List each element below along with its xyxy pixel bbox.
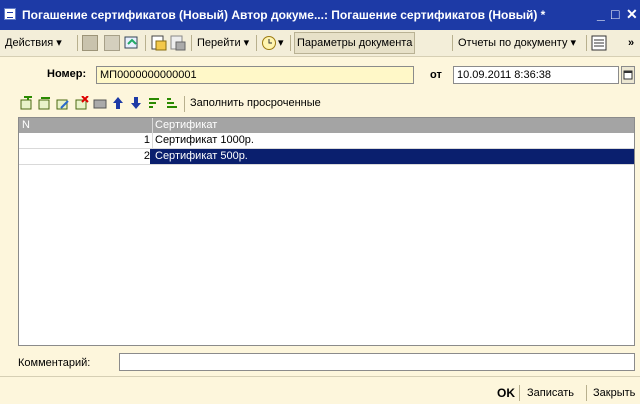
- close-window-button[interactable]: ✕: [626, 6, 638, 22]
- document-reports-menu[interactable]: Отчеты по документу ▾: [456, 33, 578, 53]
- window-title: Погашение сертификатов (Новый) Автор док…: [22, 8, 546, 22]
- toolbar-separator: [256, 35, 257, 51]
- document-window: Погашение сертификатов (Новый) Автор док…: [0, 0, 640, 404]
- number-label: Номер:: [47, 68, 87, 80]
- add-row-icon[interactable]: [20, 96, 34, 110]
- sort-descending-icon[interactable]: [165, 96, 179, 110]
- column-header-certificate[interactable]: Сертификат: [155, 119, 217, 131]
- goto-menu[interactable]: Перейти ▾: [195, 33, 251, 53]
- date-label: от: [430, 69, 442, 81]
- comment-field[interactable]: [119, 353, 635, 371]
- footer-separator: [586, 385, 587, 401]
- save-button[interactable]: Записать: [527, 384, 574, 402]
- actions-menu[interactable]: Действия ▾: [3, 33, 64, 53]
- post-document-icon[interactable]: [151, 35, 167, 51]
- row-number: 1: [143, 134, 150, 146]
- document-parameters-button[interactable]: Параметры документа: [294, 32, 416, 54]
- row-number: 2: [19, 149, 150, 164]
- move-up-icon[interactable]: [111, 96, 125, 110]
- copy-row-icon[interactable]: [38, 96, 52, 110]
- grid-toolbar-separator: [184, 96, 185, 112]
- certificate-cell[interactable]: Сертификат 1000р.: [155, 134, 254, 146]
- toolbar-separator: [77, 35, 78, 51]
- toolbar-separator: [452, 35, 453, 51]
- comment-label: Комментарий:: [18, 357, 91, 369]
- column-header-n[interactable]: N: [22, 119, 30, 131]
- minimize-button[interactable]: _: [597, 6, 605, 22]
- document-icon: [4, 8, 16, 20]
- sort-ascending-icon[interactable]: [147, 96, 161, 110]
- cell-divider: [152, 133, 153, 149]
- main-toolbar: Действия ▾ Перейти ▾ ▾ Параметры докумен…: [0, 30, 640, 57]
- toolbar-separator: [145, 35, 146, 51]
- footer-separator: [519, 385, 520, 401]
- date-field[interactable]: 10.09.2011 8:36:38: [453, 66, 619, 84]
- refresh-icon[interactable]: [124, 35, 140, 51]
- list-settings-icon[interactable]: [591, 35, 607, 51]
- table-row-selected[interactable]: 2 Сертификат 500р.: [19, 149, 634, 165]
- table-row[interactable]: 1 Сертификат 1000р.: [19, 133, 634, 149]
- add-icon[interactable]: [82, 35, 98, 51]
- toolbar-separator: [191, 35, 192, 51]
- ok-button[interactable]: OK: [497, 384, 515, 402]
- copy-icon[interactable]: [104, 35, 120, 51]
- close-button[interactable]: Закрыть: [593, 384, 635, 402]
- table-header: N Сертификат: [19, 118, 634, 133]
- unpost-document-icon[interactable]: [170, 35, 186, 51]
- title-bar: Погашение сертификатов (Новый) Автор док…: [0, 0, 640, 30]
- maximize-button[interactable]: □: [611, 6, 619, 22]
- end-edit-icon[interactable]: [93, 96, 107, 110]
- calendar-icon[interactable]: [621, 66, 635, 84]
- toolbar-separator: [290, 35, 291, 51]
- clock-icon[interactable]: [261, 35, 277, 51]
- certificates-table[interactable]: N Сертификат 1 Сертификат 1000р. 2 Серти…: [18, 117, 635, 346]
- move-down-icon[interactable]: [129, 96, 143, 110]
- column-divider: [152, 118, 153, 133]
- footer-separator: [0, 376, 640, 377]
- toolbar-overflow-button[interactable]: »: [626, 33, 636, 53]
- certificate-cell[interactable]: Сертификат 500р.: [155, 150, 248, 162]
- delete-row-icon[interactable]: [75, 95, 89, 110]
- clock-dropdown-arrow[interactable]: ▾: [276, 33, 286, 53]
- fill-overdue-button[interactable]: Заполнить просроченные: [190, 97, 321, 109]
- number-field[interactable]: МП0000000000001: [96, 66, 414, 84]
- edit-row-icon[interactable]: [56, 96, 70, 110]
- toolbar-separator: [586, 35, 587, 51]
